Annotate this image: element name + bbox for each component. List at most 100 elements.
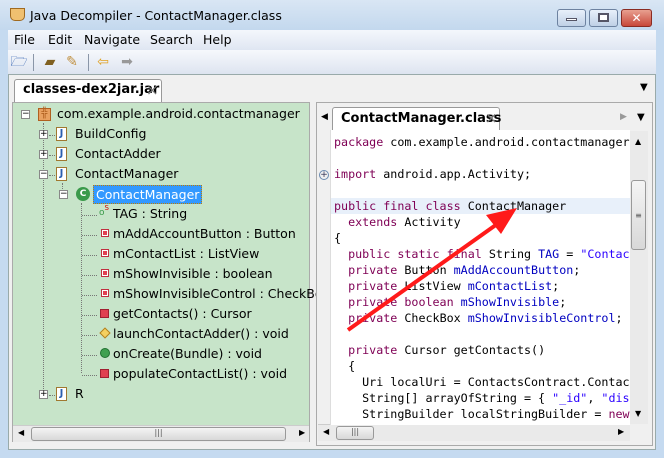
code-line: StringBuilder localStringBuilder = new bbox=[334, 406, 630, 422]
tree-item-class-contactmanager[interactable]: ContactManager bbox=[93, 185, 203, 204]
toolbar: 🗁 ▰ ✎ ⇦ ➡ bbox=[8, 50, 656, 74]
tab-contactmanager-class[interactable]: ContactManager.class × bbox=[332, 107, 502, 131]
code-token: Activity bbox=[397, 215, 461, 229]
code-token: ; bbox=[552, 279, 560, 293]
search-icon[interactable]: ✎ bbox=[63, 54, 81, 70]
tree-item-package[interactable]: com.example.android.contactmanager bbox=[57, 105, 300, 123]
class-icon: C bbox=[76, 187, 90, 201]
collapse-toggle[interactable]: − bbox=[39, 170, 48, 179]
code-token: ; bbox=[573, 263, 581, 277]
code-token: public final class bbox=[334, 199, 461, 213]
code-line: private Cursor getContacts() bbox=[334, 342, 545, 358]
menu-file[interactable]: File bbox=[14, 32, 35, 47]
code-token: new bbox=[608, 407, 630, 421]
code-token: String[] arrayOfString = { bbox=[334, 391, 553, 405]
code-token: String bbox=[481, 247, 539, 261]
scrollbar-thumb[interactable]: ||| bbox=[31, 427, 286, 441]
scroll-tabs-right-icon[interactable]: ▶ bbox=[620, 112, 627, 122]
code-line: private boolean mShowInvisible; bbox=[334, 294, 566, 310]
code-token: private bbox=[334, 279, 398, 293]
code-token: com.example.android.contactmanager; bbox=[383, 135, 630, 149]
private-method-icon bbox=[100, 309, 109, 318]
menu-search[interactable]: Search bbox=[150, 32, 193, 47]
tab-classes-dex2jar[interactable]: classes-dex2jar.jar × bbox=[14, 79, 162, 102]
expand-toggle[interactable]: + bbox=[39, 130, 48, 139]
code-token: Button bbox=[397, 263, 454, 277]
code-line: public final class ContactManager bbox=[331, 198, 630, 214]
tree-item-member[interactable]: mAddAccountButton : Button bbox=[113, 225, 296, 243]
code-line: { bbox=[334, 358, 355, 374]
close-tab-icon[interactable]: × bbox=[146, 81, 159, 99]
open-file-icon[interactable]: 🗁 bbox=[10, 54, 28, 70]
horizontal-scrollbar[interactable]: ◀ ||| ▶ bbox=[318, 424, 630, 441]
code-token: public static final bbox=[334, 247, 482, 261]
expand-imports-icon[interactable]: + bbox=[319, 170, 329, 180]
maximize-button[interactable] bbox=[589, 9, 618, 27]
tab-list-dropdown-icon[interactable]: ▼ bbox=[640, 82, 648, 93]
java-file-icon: J bbox=[56, 387, 67, 401]
code-token: { bbox=[334, 231, 342, 245]
code-token: ; bbox=[615, 311, 623, 325]
package-tree: − ╬ com.example.android.contactmanager +… bbox=[12, 102, 330, 442]
tree-item-member[interactable]: populateContactList() : void bbox=[113, 365, 287, 383]
code-line: import android.app.Activity; bbox=[334, 166, 531, 182]
private-field-icon bbox=[101, 269, 109, 277]
menu-edit[interactable]: Edit bbox=[48, 32, 72, 47]
private-field-icon bbox=[101, 229, 109, 237]
collapse-toggle[interactable]: − bbox=[59, 190, 68, 199]
tree-item-member[interactable]: mContactList : ListView bbox=[113, 245, 259, 263]
code-token: "ContactManager" bbox=[580, 247, 630, 261]
code-token: = bbox=[559, 247, 581, 261]
back-arrow-icon[interactable]: ⇦ bbox=[94, 54, 112, 70]
tree-item-class[interactable]: ContactAdder bbox=[75, 145, 161, 163]
forward-arrow-icon[interactable]: ➡ bbox=[118, 54, 136, 70]
code-line: extends Activity bbox=[334, 214, 461, 230]
tree-item-class[interactable]: BuildConfig bbox=[75, 125, 146, 143]
code-token: , bbox=[587, 391, 602, 405]
close-tab-icon[interactable]: × bbox=[485, 109, 498, 127]
tree-item-class[interactable]: R bbox=[75, 385, 84, 403]
code-token: ListView bbox=[397, 279, 468, 293]
horizontal-scrollbar[interactable]: ◀ ||| ▶ bbox=[13, 425, 309, 442]
code-token: import bbox=[334, 167, 377, 181]
vertical-scrollbar[interactable]: ▲ ≡ ▼ bbox=[630, 131, 648, 424]
code-token: ContactManager bbox=[460, 199, 567, 213]
java-file-icon: J bbox=[56, 127, 67, 141]
private-method-icon bbox=[100, 369, 109, 378]
code-token: "display_name" bbox=[601, 391, 630, 405]
code-token: package bbox=[334, 135, 384, 149]
scrollbar-thumb[interactable]: ≡ bbox=[631, 180, 646, 250]
code-view[interactable]: package com.example.android.contactmanag… bbox=[330, 130, 630, 425]
tab-label: ContactManager.class bbox=[341, 111, 502, 126]
code-token: TAG bbox=[538, 247, 560, 261]
code-token: android.app.Activity; bbox=[376, 167, 532, 181]
tab-list-dropdown-icon[interactable]: ▼ bbox=[637, 112, 645, 123]
code-token: ; bbox=[559, 295, 567, 309]
code-token: "_id" bbox=[552, 391, 588, 405]
code-token: private boolean bbox=[334, 295, 454, 309]
minimize-button[interactable] bbox=[557, 9, 586, 27]
code-token: extends bbox=[334, 215, 398, 229]
tree-item-member[interactable]: mShowInvisible : boolean bbox=[113, 265, 273, 283]
tree-item-member[interactable]: onCreate(Bundle) : void bbox=[113, 345, 262, 363]
expand-toggle[interactable]: + bbox=[39, 390, 48, 399]
tree-item-class[interactable]: ContactManager bbox=[75, 165, 178, 183]
code-token: Uri localUri = ContactsContract.Contacts bbox=[334, 375, 630, 389]
expand-toggle[interactable]: + bbox=[39, 150, 48, 159]
scrollbar-thumb[interactable]: ||| bbox=[336, 426, 374, 440]
tree-item-member[interactable]: mShowInvisibleControl : CheckBox bbox=[113, 285, 330, 303]
open-type-icon[interactable]: ▰ bbox=[41, 54, 59, 70]
scroll-tabs-left-icon[interactable]: ◀ bbox=[321, 112, 328, 122]
close-button[interactable]: ✕ bbox=[621, 9, 652, 27]
code-line: String[] arrayOfString = { "_id", "displ… bbox=[334, 390, 630, 406]
menu-help[interactable]: Help bbox=[203, 32, 232, 47]
collapse-toggle[interactable]: − bbox=[21, 110, 30, 119]
java-file-icon: J bbox=[56, 147, 67, 161]
tree-item-member[interactable]: launchContactAdder() : void bbox=[113, 325, 289, 343]
code-token: mShowInvisible bbox=[460, 295, 560, 309]
tree-item-member[interactable]: getContacts() : Cursor bbox=[113, 305, 252, 323]
code-token: private bbox=[334, 343, 398, 357]
tree-item-member[interactable]: TAG : String bbox=[113, 205, 187, 223]
menu-navigate[interactable]: Navigate bbox=[84, 32, 140, 47]
